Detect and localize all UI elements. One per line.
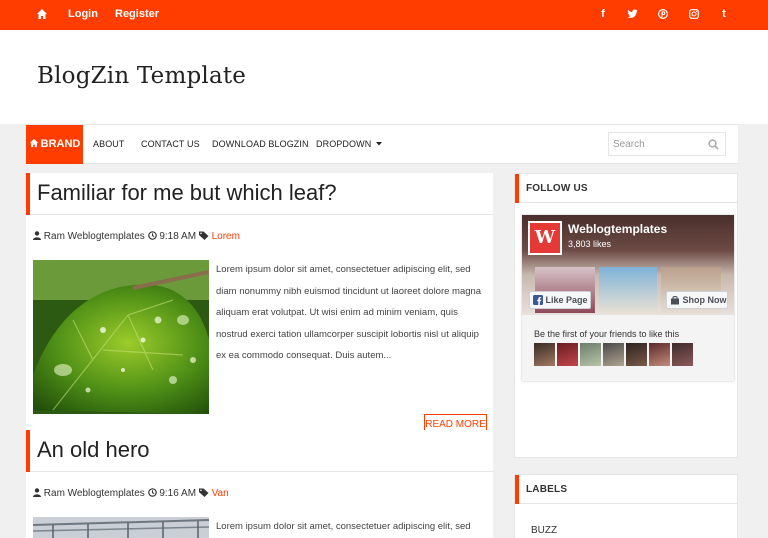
tag-icon [198,488,209,497]
nav-item-contact[interactable]: CONTACT US [141,139,200,149]
main-nav: BRAND ABOUT CONTACT US DOWNLOAD BLOGZIN … [26,124,738,164]
search-box [608,132,726,156]
fb-shop-label: Shop Now [682,295,727,305]
post-tag[interactable]: Van [212,488,229,499]
post-author[interactable]: Ram Weblogtemplates [44,231,145,242]
avatar[interactable] [534,343,555,366]
clock-icon [147,231,157,240]
fb-friend-faces [534,343,695,371]
widget-header: LABELS [515,475,737,504]
avatar[interactable] [603,343,624,366]
leaf-image [33,260,209,414]
widget-accent [515,174,519,203]
fb-like-page-button[interactable]: Like Page [529,291,591,309]
brand-button[interactable]: BRAND [26,125,83,164]
w-logo: W [530,223,560,253]
avatar[interactable] [557,343,578,366]
fb-page-logo[interactable]: W [528,221,562,255]
login-link[interactable]: Login [68,8,98,20]
top-bar: Login Register f t [0,0,768,30]
post-meta: Ram Weblogtemplates 9:16 AM Van [33,488,229,499]
post-title-bar: An old hero [26,430,493,472]
avatar[interactable] [672,343,693,366]
post-excerpt: Lorem ipsum dolor sit amet, consectetuer… [216,521,471,532]
post-card: An old hero Ram Weblogtemplates 9:16 AM … [26,430,493,538]
caret-down-icon [375,142,382,146]
home-icon [29,138,38,148]
search-input[interactable] [609,133,701,155]
nav-item-dropdown[interactable]: DROPDOWN [316,139,382,149]
twitter-icon[interactable] [625,8,639,22]
follow-widget: FOLLOW US W Weblogtemplates 3,803 likes … [514,173,738,458]
post-time: 9:18 AM [159,231,197,242]
site-header: BlogZin Template [0,30,768,124]
label-link[interactable]: BUZZ [531,525,557,536]
widget-header: FOLLOW US [515,174,737,203]
post-thumbnail[interactable] [33,517,209,538]
user-icon [33,231,41,240]
post-meta: Ram Weblogtemplates 9:18 AM Lorem [33,231,240,242]
post-time: 9:16 AM [159,488,197,499]
nav-item-download[interactable]: DOWNLOAD BLOGZIN [212,139,309,149]
facebook-icon[interactable]: f [596,8,610,20]
dropdown-label: DROPDOWN [316,139,372,149]
labels-widget: LABELS BUZZ [514,474,738,538]
clock-icon [147,488,157,497]
brand-label: BRAND [40,138,81,150]
register-link[interactable]: Register [115,8,159,20]
home-icon[interactable] [36,8,48,20]
fb-page-name[interactable]: Weblogtemplates [568,222,667,236]
tumblr-icon[interactable]: t [717,8,731,20]
post-title[interactable]: An old hero [37,437,150,463]
widget-title: LABELS [526,484,568,495]
nav-item-about[interactable]: ABOUT [93,139,125,149]
widget-title: FOLLOW US [526,183,588,194]
widget-accent [515,475,519,504]
user-icon [33,488,41,497]
fb-like-label: Like Page [545,295,588,305]
fb-likes-count: 3,803 likes [568,239,612,249]
avatar[interactable] [626,343,647,366]
fb-social-context: Be the first of your friends to like thi… [534,329,680,339]
post-thumbnail[interactable] [33,260,209,414]
facebook-icon [533,295,543,305]
avatar[interactable] [649,343,670,366]
post-tag[interactable]: Lorem [212,231,240,242]
fb-shop-now-button[interactable]: Shop Now [666,291,728,309]
title-accent [26,173,30,215]
pinterest-icon[interactable] [656,8,670,22]
post-excerpt: Lorem ipsum dolor sit amet, consectetuer… [216,264,482,361]
avatar[interactable] [580,343,601,366]
tag-icon [198,231,209,240]
shopping-bag-icon [671,296,679,305]
title-accent [26,430,30,472]
facebook-page-plugin: W Weblogtemplates 3,803 likes Like Page … [522,215,734,381]
post-card: Familiar for me but which leaf? Ram Webl… [26,173,493,436]
post-title[interactable]: Familiar for me but which leaf? [37,180,337,206]
post-title-bar: Familiar for me but which leaf? [26,173,493,215]
search-icon[interactable] [708,139,719,150]
bridge-image [33,517,209,538]
post-author[interactable]: Ram Weblogtemplates [44,488,145,499]
site-title[interactable]: BlogZin Template [37,63,246,89]
instagram-icon[interactable] [687,8,701,22]
